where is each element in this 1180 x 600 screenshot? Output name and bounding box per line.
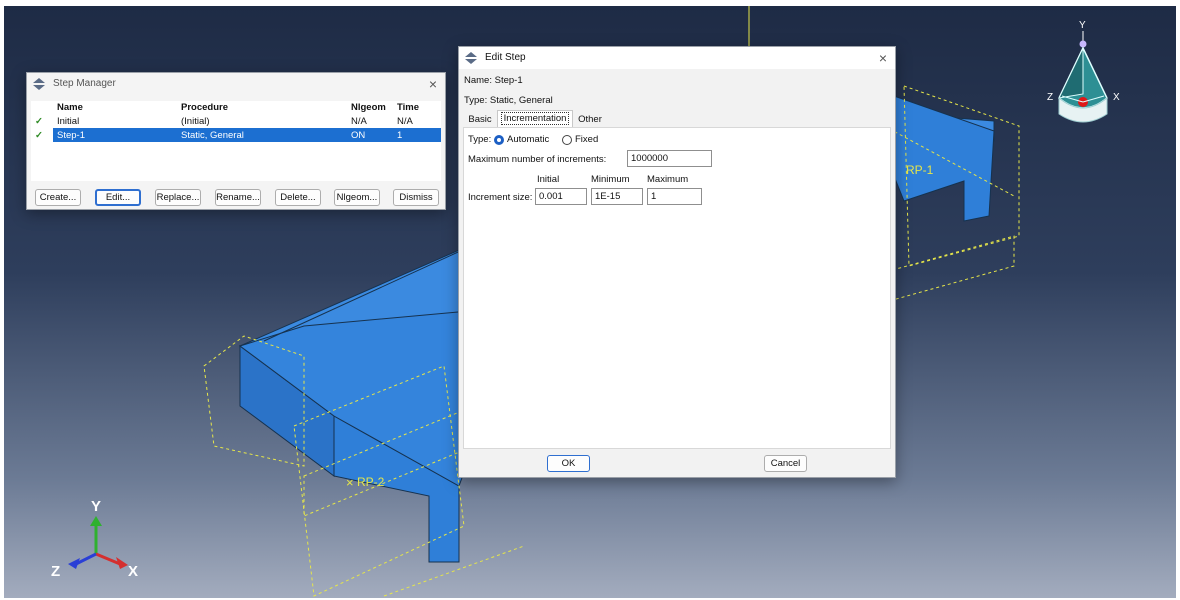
- step-check-icon: ✓: [31, 114, 53, 128]
- maximum-increment-field[interactable]: 1: [647, 188, 702, 205]
- increment-size-label: Increment size:: [468, 192, 533, 203]
- initial-header: Initial: [537, 174, 560, 185]
- type-label: Type:: [468, 134, 492, 145]
- view-cube-y: Y: [1079, 20, 1086, 31]
- edit-step-dialog: Edit Step × Name: Step-1 Type: Static, G…: [458, 46, 896, 478]
- column-header-name: Name: [57, 102, 83, 113]
- step-name-label: Name: Step-1: [464, 75, 523, 86]
- step-check-icon: ✓: [31, 128, 53, 142]
- cancel-button[interactable]: Cancel: [764, 455, 807, 472]
- nlgeom-button[interactable]: Nlgeom...: [334, 189, 380, 206]
- app-icon: [465, 52, 477, 64]
- step-name: Initial: [57, 115, 80, 127]
- triad-x-label: X: [128, 563, 138, 580]
- step-time: N/A: [397, 115, 413, 127]
- rp-label-2: RP-2: [357, 475, 385, 489]
- radio-fixed-label[interactable]: Fixed: [575, 134, 598, 145]
- step-time: 1: [393, 128, 441, 142]
- close-icon[interactable]: ×: [429, 73, 437, 95]
- edit-step-title: Edit Step: [485, 52, 526, 63]
- rp-marker-2: ×: [346, 475, 354, 490]
- radio-automatic[interactable]: [494, 135, 504, 145]
- tab-incrementation-label: Incrementation: [500, 112, 570, 125]
- steps-table: Name Procedure Nlgeom Time ✓ Initial (In…: [31, 101, 441, 142]
- edit-button[interactable]: Edit...: [95, 189, 141, 206]
- step-name: Step-1: [53, 128, 177, 142]
- minimum-header: Minimum: [591, 174, 630, 185]
- axis-triad: Y Z X: [51, 498, 138, 580]
- column-header-time: Time: [397, 102, 420, 113]
- triad-y-label: Y: [91, 498, 101, 515]
- maximum-header: Maximum: [647, 174, 689, 185]
- table-row[interactable]: ✓ Initial (Initial) N/A N/A: [31, 114, 441, 128]
- step-type-label: Type: Static, General: [464, 95, 553, 106]
- max-increments-label: Maximum number of increments:: [468, 154, 607, 165]
- column-header-nlgeom: Nlgeom: [351, 102, 386, 113]
- step-procedure: (Initial): [181, 115, 210, 127]
- radio-fixed[interactable]: [562, 135, 572, 145]
- ok-button[interactable]: OK: [547, 455, 590, 472]
- dismiss-button[interactable]: Dismiss: [393, 189, 439, 206]
- edit-step-titlebar[interactable]: Edit Step ×: [459, 47, 895, 69]
- max-increments-field[interactable]: 1000000: [627, 150, 712, 167]
- table-row-selected[interactable]: ✓ Step-1 Static, General ON 1: [31, 128, 441, 142]
- replace-button[interactable]: Replace...: [155, 189, 201, 206]
- step-procedure: Static, General: [177, 128, 347, 142]
- create-button[interactable]: Create...: [35, 189, 81, 206]
- rename-button[interactable]: Rename...: [215, 189, 261, 206]
- delete-button[interactable]: Delete...: [275, 189, 321, 206]
- view-cube[interactable]: Y Z X: [1047, 20, 1120, 123]
- step-nlgeom: N/A: [351, 115, 367, 127]
- tab-other[interactable]: Other: [575, 112, 605, 128]
- triad-z-label: Z: [51, 563, 60, 580]
- incrementation-panel: Type: Automatic Fixed Maximum number of …: [463, 127, 891, 449]
- view-cube-x: X: [1113, 92, 1120, 103]
- view-cube-z: Z: [1047, 92, 1053, 103]
- steps-table-container: Name Procedure Nlgeom Time ✓ Initial (In…: [31, 101, 441, 181]
- step-manager-title: Step Manager: [53, 78, 116, 89]
- step-manager-titlebar[interactable]: Step Manager ×: [27, 73, 445, 95]
- minimum-increment-field[interactable]: 1E-15: [591, 188, 643, 205]
- rp-label-1: RP-1: [906, 163, 934, 177]
- radio-automatic-label[interactable]: Automatic: [507, 134, 549, 145]
- column-header-procedure: Procedure: [181, 102, 228, 113]
- step-nlgeom: ON: [347, 128, 393, 142]
- initial-increment-field[interactable]: 0.001: [535, 188, 587, 205]
- app-icon: [33, 78, 45, 90]
- tab-basic[interactable]: Basic: [465, 112, 495, 128]
- close-icon[interactable]: ×: [879, 47, 887, 69]
- step-manager-dialog: Step Manager × Name Procedure Nlgeom Tim…: [26, 72, 446, 210]
